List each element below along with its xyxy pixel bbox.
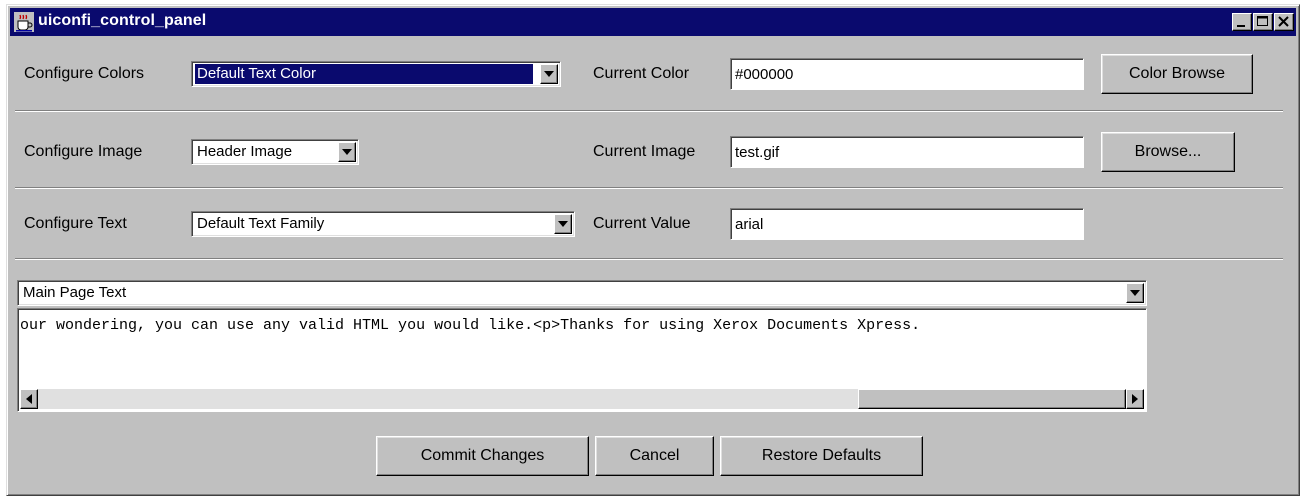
- commit-changes-button[interactable]: Commit Changes: [376, 436, 589, 476]
- configure-image-select[interactable]: Header Image: [191, 139, 359, 165]
- page-text-value: Main Page Text: [23, 284, 127, 301]
- separator: [15, 110, 1283, 112]
- current-value-label: Current Value: [593, 215, 691, 232]
- configure-text-select[interactable]: Default Text Family: [191, 211, 575, 237]
- current-color-label: Current Color: [593, 65, 690, 82]
- maximize-icon: [1257, 16, 1268, 26]
- scrollbar-thumb[interactable]: [858, 389, 1126, 409]
- configure-colors-select[interactable]: Default Text Color: [191, 61, 561, 87]
- current-value-field[interactable]: [730, 208, 1084, 240]
- page-text-content: our wondering, you can use any valid HTM…: [20, 317, 921, 334]
- close-icon: [1278, 16, 1289, 27]
- horizontal-scrollbar[interactable]: [20, 389, 1144, 409]
- current-image-label: Current Image: [593, 143, 696, 160]
- separator: [15, 258, 1283, 260]
- window-title: uiconfi_control_panel: [38, 12, 207, 29]
- restore-defaults-button[interactable]: Restore Defaults: [720, 436, 923, 476]
- chevron-down-icon: [558, 221, 568, 227]
- configure-text-value: Default Text Family: [197, 215, 325, 232]
- configure-colors-label: Configure Colors: [24, 65, 145, 82]
- page-text-dropdown-button[interactable]: [1126, 283, 1144, 303]
- java-coffee-icon: [14, 12, 34, 32]
- chevron-down-icon: [342, 149, 352, 155]
- scroll-left-button[interactable]: [20, 389, 38, 409]
- page-text-editor[interactable]: our wondering, you can use any valid HTM…: [17, 308, 1147, 412]
- page-text-select[interactable]: Main Page Text: [17, 280, 1147, 306]
- color-browse-button[interactable]: Color Browse: [1101, 54, 1253, 94]
- current-image-field[interactable]: [730, 136, 1084, 168]
- image-browse-button[interactable]: Browse...: [1101, 132, 1235, 172]
- chevron-left-icon: [26, 394, 32, 404]
- configure-text-label: Configure Text: [24, 215, 127, 232]
- minimize-button[interactable]: [1232, 13, 1252, 31]
- configure-image-label: Configure Image: [24, 143, 143, 160]
- chevron-down-icon: [544, 71, 554, 77]
- configure-image-value: Header Image: [197, 143, 293, 160]
- cancel-button[interactable]: Cancel: [595, 436, 714, 476]
- separator: [15, 187, 1283, 189]
- title-bar[interactable]: uiconfi_control_panel: [10, 8, 1296, 36]
- current-color-field[interactable]: [730, 58, 1084, 90]
- control-panel-window: uiconfi_control_panel Configure Colors D…: [6, 4, 1300, 496]
- chevron-right-icon: [1132, 394, 1138, 404]
- scroll-right-button[interactable]: [1126, 389, 1144, 409]
- minimize-icon: [1237, 25, 1245, 27]
- maximize-button[interactable]: [1253, 13, 1273, 31]
- configure-colors-value: Default Text Color: [195, 64, 533, 84]
- colors-dropdown-button[interactable]: [540, 64, 558, 84]
- chevron-down-icon: [1130, 290, 1140, 296]
- text-dropdown-button[interactable]: [554, 214, 572, 234]
- close-button[interactable]: [1274, 13, 1294, 31]
- image-dropdown-button[interactable]: [338, 142, 356, 162]
